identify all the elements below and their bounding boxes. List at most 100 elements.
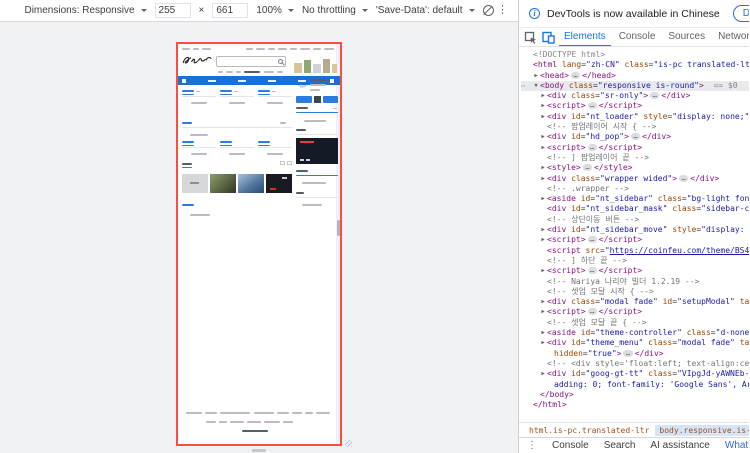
dom-tree-line[interactable]: <!-- 셋업 모달 시작 { --> bbox=[521, 287, 749, 297]
expand-arrow-icon[interactable]: ▶ bbox=[539, 112, 547, 122]
breadcrumb-body[interactable]: body.responsive.is-round bbox=[655, 425, 749, 436]
dom-tree-line[interactable]: hidden="true">…</div> bbox=[521, 349, 749, 359]
dom-tree-line[interactable]: ▶<script>…</script> bbox=[521, 307, 749, 317]
dom-tree-line[interactable]: ▶<div class="modal fade" id="setupModal"… bbox=[521, 297, 749, 307]
expand-arrow-icon[interactable]: ▶ bbox=[539, 297, 547, 307]
drawer-tab-console[interactable]: Console bbox=[552, 440, 589, 451]
dom-tree-line[interactable]: ▶<script>…</script> bbox=[521, 143, 749, 153]
tab-console[interactable]: Console bbox=[614, 28, 661, 47]
tab-network[interactable]: Network ⚠ bbox=[713, 28, 749, 47]
page-scrollbar-thumb[interactable] bbox=[337, 220, 340, 236]
collapsed-content-icon[interactable]: … bbox=[623, 350, 632, 357]
viewport-corner-resize-handle[interactable] bbox=[345, 440, 352, 447]
dom-tree-line[interactable]: <!DOCTYPE html> bbox=[521, 50, 749, 60]
breadcrumb-html[interactable]: html.is-pc.translated-ltr bbox=[525, 425, 653, 436]
tab-sources[interactable]: Sources bbox=[663, 28, 710, 47]
dom-tree-line[interactable]: ▶<div id="hd_pop">…</div> bbox=[521, 132, 749, 142]
dom-tree-line[interactable]: </body> bbox=[521, 390, 749, 400]
collapsed-content-icon[interactable]: … bbox=[650, 92, 659, 99]
collapsed-content-icon[interactable]: … bbox=[588, 267, 597, 274]
expand-arrow-icon[interactable]: ▶ bbox=[539, 225, 547, 235]
device-toolbar-more-menu[interactable]: ⋮ bbox=[497, 3, 508, 16]
expand-arrow-icon[interactable]: ▶ bbox=[539, 163, 547, 173]
dom-tree-line[interactable]: ▶<div id="nt_loader" style="display: non… bbox=[521, 112, 749, 122]
dom-tree-line[interactable]: <!-- 팝업레이어 시작 { --> bbox=[521, 122, 749, 132]
page-content-block bbox=[304, 120, 326, 122]
tab-elements[interactable]: Elements bbox=[559, 28, 611, 47]
save-data-dropdown[interactable]: 'Save-Data': default bbox=[376, 5, 475, 16]
code-token: <!DOCTYPE html> bbox=[533, 50, 605, 59]
dom-tree-line[interactable]: <!-- Nariya 나리야 빌더 1.2.19 --> bbox=[521, 277, 749, 287]
dom-tree-line[interactable]: </html> bbox=[521, 400, 749, 410]
dom-tree-line[interactable]: adding: 0; font-family: 'Google Sans', A… bbox=[521, 380, 749, 390]
dom-tree-line[interactable]: ▶<div class="sr-only">…</div> bbox=[521, 91, 749, 101]
code-token: "modal fade" bbox=[600, 297, 658, 306]
expand-arrow-icon[interactable]: ▶ bbox=[539, 143, 547, 153]
dom-tree-line[interactable]: ▶<script>…</script> bbox=[521, 235, 749, 245]
dom-tree-line[interactable]: <html lang="zh-CN" class="is-pc translat… bbox=[521, 60, 749, 70]
expand-arrow-icon[interactable]: ▶ bbox=[539, 132, 547, 142]
dom-tree-line[interactable]: <!-- 셋업 모달 끝 { --> bbox=[521, 318, 749, 328]
dom-tree-line[interactable]: ▶<aside id="nt_sidebar" class="bg-light … bbox=[521, 194, 749, 204]
page-content-block bbox=[219, 421, 227, 423]
dom-tree-line[interactable]: ▶<style>…</style> bbox=[521, 163, 749, 173]
expand-arrow-icon[interactable]: ▶ bbox=[539, 194, 547, 204]
dom-tree-line[interactable]: <!-- 상단이동 버튼 --> bbox=[521, 215, 749, 225]
expand-arrow-icon[interactable]: ▶ bbox=[539, 307, 547, 317]
dismiss-notice-button[interactable]: Don't show ag bbox=[733, 5, 749, 22]
expand-arrow-icon[interactable]: ▶ bbox=[539, 338, 547, 348]
dom-tree-line[interactable]: ▶<head>…</head> bbox=[521, 71, 749, 81]
expand-arrow-icon[interactable]: ▶ bbox=[539, 235, 547, 245]
drawer-tab-ai-assistance[interactable]: AI assistance bbox=[650, 440, 709, 451]
dom-tree-line[interactable]: ▶<div id="theme_menu" class="modal fade"… bbox=[521, 338, 749, 348]
dom-tree-line[interactable]: ▶<script>…</script> bbox=[521, 101, 749, 111]
zoom-dropdown[interactable]: 100% bbox=[256, 5, 294, 16]
dom-tree-line[interactable]: ▶<aside id="theme-controller" class="d-n… bbox=[521, 328, 749, 338]
page-content-block bbox=[264, 71, 274, 73]
dom-tree-line[interactable]: <div id="nt_sidebar_mask" class="sidebar… bbox=[521, 204, 749, 214]
collapsed-content-icon[interactable]: … bbox=[588, 144, 597, 151]
collapsed-content-icon[interactable]: … bbox=[571, 72, 580, 79]
dom-tree-line[interactable]: ▶<div id="goog-gt-tt" class="VIpgJd-yAWN… bbox=[521, 369, 749, 379]
dom-tree-line[interactable]: <!-- ] 팝업레이어 끝 --> bbox=[521, 153, 749, 163]
dom-tree-line[interactable]: ▶<script>…</script> bbox=[521, 266, 749, 276]
dom-tree-line[interactable]: <script src="https://coinfeu.com/theme/B… bbox=[521, 246, 749, 256]
page-content-block bbox=[302, 182, 326, 184]
dom-tree-line[interactable]: ▶<div class="wrapper wided">…</div> bbox=[521, 174, 749, 184]
collapsed-content-icon[interactable]: … bbox=[583, 164, 592, 171]
page-content-block bbox=[323, 59, 330, 73]
drawer-tab-whats-new[interactable]: What's new × bbox=[725, 440, 749, 451]
inspect-element-icon[interactable] bbox=[523, 30, 538, 45]
collapsed-content-icon[interactable]: … bbox=[588, 236, 597, 243]
drawer-menu-icon[interactable]: ⋮ bbox=[527, 440, 537, 451]
dom-tree-line[interactable]: ▶<div id="nt_sidebar_move" style="displa… bbox=[521, 225, 749, 235]
page-content-block bbox=[182, 147, 216, 148]
dom-tree-line[interactable]: <!-- .wrapper --> bbox=[521, 184, 749, 194]
dimensions-dropdown[interactable]: Dimensions: Responsive bbox=[24, 5, 146, 16]
expand-arrow-icon[interactable]: ▼ bbox=[532, 81, 540, 91]
expand-arrow-icon[interactable]: ▶ bbox=[539, 369, 547, 379]
collapsed-content-icon[interactable]: … bbox=[679, 175, 688, 182]
viewport-height-input[interactable] bbox=[212, 3, 248, 18]
expand-arrow-icon[interactable]: ▶ bbox=[539, 328, 547, 338]
dom-tree-line[interactable]: <!-- ] 하단 끝 --> bbox=[521, 256, 749, 266]
element-options-icon[interactable]: ⋯ bbox=[521, 81, 525, 91]
device-viewport[interactable] bbox=[176, 42, 342, 446]
collapsed-content-icon[interactable]: … bbox=[588, 308, 597, 315]
blocked-sensors-icon[interactable] bbox=[483, 5, 494, 16]
expand-arrow-icon[interactable]: ▶ bbox=[539, 266, 547, 276]
viewport-resize-handle[interactable] bbox=[252, 449, 266, 452]
collapsed-content-icon[interactable]: … bbox=[588, 102, 597, 109]
drawer-tab-search[interactable]: Search bbox=[604, 440, 636, 451]
expand-arrow-icon[interactable]: ▶ bbox=[539, 101, 547, 111]
dom-tree-line[interactable]: ⋯▼<body class="responsive is-round"> == … bbox=[521, 81, 749, 91]
throttling-dropdown[interactable]: No throttling bbox=[302, 5, 368, 16]
viewport-width-input[interactable] bbox=[155, 3, 191, 18]
expand-arrow-icon[interactable]: ▶ bbox=[539, 174, 547, 184]
expand-arrow-icon[interactable]: ▶ bbox=[539, 91, 547, 101]
dom-tree-line[interactable]: <!-- <div style='float:left; text-align:… bbox=[521, 359, 749, 369]
page-scrollbar-track[interactable] bbox=[336, 44, 340, 444]
device-toolbar-toggle-icon[interactable] bbox=[541, 30, 556, 45]
expand-arrow-icon[interactable]: ▶ bbox=[532, 71, 540, 81]
collapsed-content-icon[interactable]: … bbox=[631, 133, 640, 140]
